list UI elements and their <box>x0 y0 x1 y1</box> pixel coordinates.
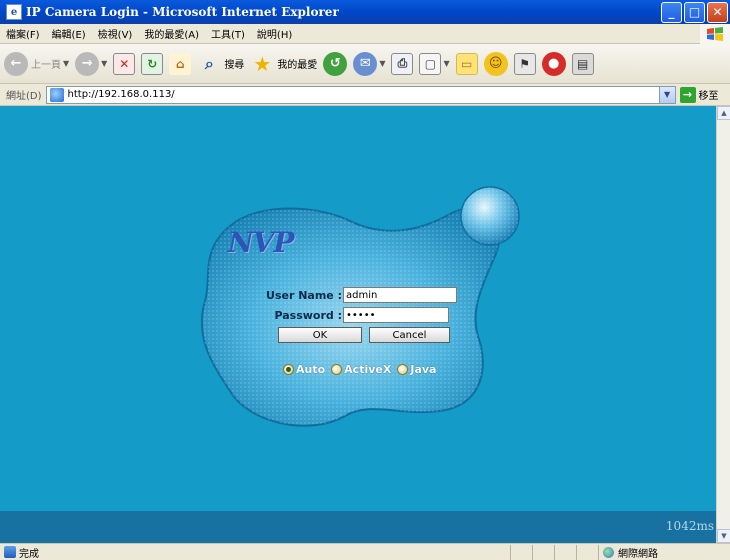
menu-view[interactable]: 檢視(V) <box>98 26 133 41</box>
media-button[interactable]: ▤ <box>571 49 594 79</box>
close-button[interactable]: ✕ <box>707 1 728 23</box>
maximize-button[interactable]: □ <box>684 1 705 23</box>
player-mode-options: Auto ActiveX Java <box>283 363 442 376</box>
menu-file[interactable]: 檔案(F) <box>6 26 40 41</box>
stop-button[interactable]: ✕ <box>113 49 136 79</box>
toolbar: ← 上一頁 ▼ → ▼ ✕ ↻ ⌂ ⌕ 搜尋 ★ 我的最愛 ↺ ✉ ▼ ⎙ ▢ … <box>0 44 730 84</box>
forward-arrow-icon: → <box>75 51 100 76</box>
folder-icon: ▭ <box>455 52 478 75</box>
edit-button[interactable]: ▢ ▼ <box>419 49 450 79</box>
status-bar: 完成 網際網路 <box>0 543 730 560</box>
zone-label: 網際網路 <box>618 548 658 560</box>
mail-button[interactable]: ✉ ▼ <box>353 49 385 79</box>
search-button[interactable]: ⌕ 搜尋 <box>197 49 244 79</box>
address-dropdown-icon[interactable]: ▼ <box>658 86 675 103</box>
ok-button[interactable]: OK <box>278 327 362 343</box>
load-timer: 1042ms <box>665 519 714 533</box>
search-label: 搜尋 <box>224 60 245 71</box>
back-button[interactable]: ← 上一頁 ▼ <box>4 49 69 79</box>
research-button[interactable]: ⚑ <box>513 49 536 79</box>
globe-icon <box>603 546 614 558</box>
history-icon: ↺ <box>323 51 348 76</box>
search-icon: ⌕ <box>204 53 214 73</box>
folder-button[interactable]: ▭ <box>455 49 478 79</box>
menu-help[interactable]: 說明(H) <box>257 26 292 41</box>
home-icon: ⌂ <box>169 52 192 75</box>
radio-java-label: Java <box>410 363 437 376</box>
resize-grip-icon[interactable] <box>718 545 730 560</box>
radio-activex-label: ActiveX <box>344 363 392 376</box>
security-zone: 網際網路 <box>598 544 718 560</box>
cancel-button[interactable]: Cancel <box>369 327 450 343</box>
forward-button[interactable]: → ▼ <box>75 49 107 79</box>
address-bar: 網址(D) ▼ → 移至 <box>0 84 730 106</box>
mail-icon: ✉ <box>353 51 378 76</box>
radio-auto[interactable] <box>283 364 294 375</box>
status-pane <box>554 544 576 560</box>
chevron-down-icon: ▼ <box>101 59 108 68</box>
edit-page-icon: ▢ <box>419 52 442 75</box>
discuss-icon: ● <box>541 51 566 76</box>
menu-edit[interactable]: 編輯(E) <box>52 26 86 41</box>
windows-flag-icon <box>700 23 730 44</box>
scroll-up-icon[interactable]: ▲ <box>717 106 730 120</box>
window-title: IP Camera Login - Microsoft Internet Exp… <box>26 5 339 19</box>
status-text: 完成 <box>19 548 39 560</box>
refresh-button[interactable]: ↻ <box>141 49 164 79</box>
password-label: Password : <box>274 308 342 322</box>
page-content: NVP User Name : Password : OK Cancel Aut… <box>0 106 716 511</box>
favorites-label: 我的最愛 <box>277 60 318 71</box>
print-button[interactable]: ⎙ <box>391 49 414 79</box>
discuss-button[interactable]: ● <box>541 49 566 79</box>
menu-tools[interactable]: 工具(T) <box>211 26 245 41</box>
username-input[interactable] <box>343 287 457 303</box>
status-pane <box>532 544 554 560</box>
status-pane <box>576 544 598 560</box>
address-field[interactable]: ▼ <box>45 85 676 104</box>
page-done-icon <box>4 546 16 558</box>
password-input[interactable] <box>343 307 449 323</box>
radio-activex[interactable] <box>331 364 343 375</box>
status-pane <box>510 544 532 560</box>
ie-page-icon: e <box>6 4 22 20</box>
go-arrow-icon: → <box>679 86 696 103</box>
star-icon: ★ <box>253 51 272 76</box>
stop-icon: ✕ <box>113 52 136 75</box>
address-label: 網址(D) <box>6 91 42 102</box>
chevron-down-icon: ▼ <box>379 59 386 68</box>
back-arrow-icon: ← <box>4 51 28 76</box>
go-button[interactable]: → 移至 <box>679 86 719 103</box>
radio-java[interactable] <box>397 364 409 375</box>
media-icon: ▤ <box>571 52 594 75</box>
page-icon <box>49 87 64 102</box>
chevron-down-icon: ▼ <box>443 59 450 68</box>
go-label: 移至 <box>698 91 719 102</box>
scroll-down-icon[interactable]: ▼ <box>717 529 730 543</box>
menu-bar: 檔案(F) 編輯(E) 檢視(V) 我的最愛(A) 工具(T) 說明(H) <box>0 23 730 44</box>
minimize-button[interactable]: _ <box>661 1 682 23</box>
print-icon: ⎙ <box>391 52 414 75</box>
page-footer: 1042ms <box>0 511 716 543</box>
messenger-button[interactable]: ☺ <box>483 49 508 79</box>
favorites-button[interactable]: ★ 我的最愛 <box>250 49 317 79</box>
password-row: Password : <box>240 307 449 323</box>
vertical-scrollbar[interactable]: ▲ ▼ <box>716 106 730 543</box>
nvp-logo: NVP <box>228 226 294 259</box>
username-label: User Name : <box>266 288 342 302</box>
research-icon: ⚑ <box>513 52 536 75</box>
back-label: 上一頁 <box>31 60 61 71</box>
history-button[interactable]: ↺ <box>323 49 348 79</box>
radio-auto-label: Auto <box>296 363 326 376</box>
smiley-icon: ☺ <box>483 51 508 76</box>
title-bar: e IP Camera Login - Microsoft Internet E… <box>0 0 730 24</box>
username-row: User Name : <box>240 287 457 303</box>
refresh-icon: ↻ <box>141 52 164 75</box>
menu-favorites[interactable]: 我的最愛(A) <box>144 26 199 41</box>
chevron-down-icon: ▼ <box>63 59 70 68</box>
decorative-sphere-texture <box>461 187 519 245</box>
url-input[interactable] <box>67 89 648 100</box>
home-button[interactable]: ⌂ <box>169 49 192 79</box>
